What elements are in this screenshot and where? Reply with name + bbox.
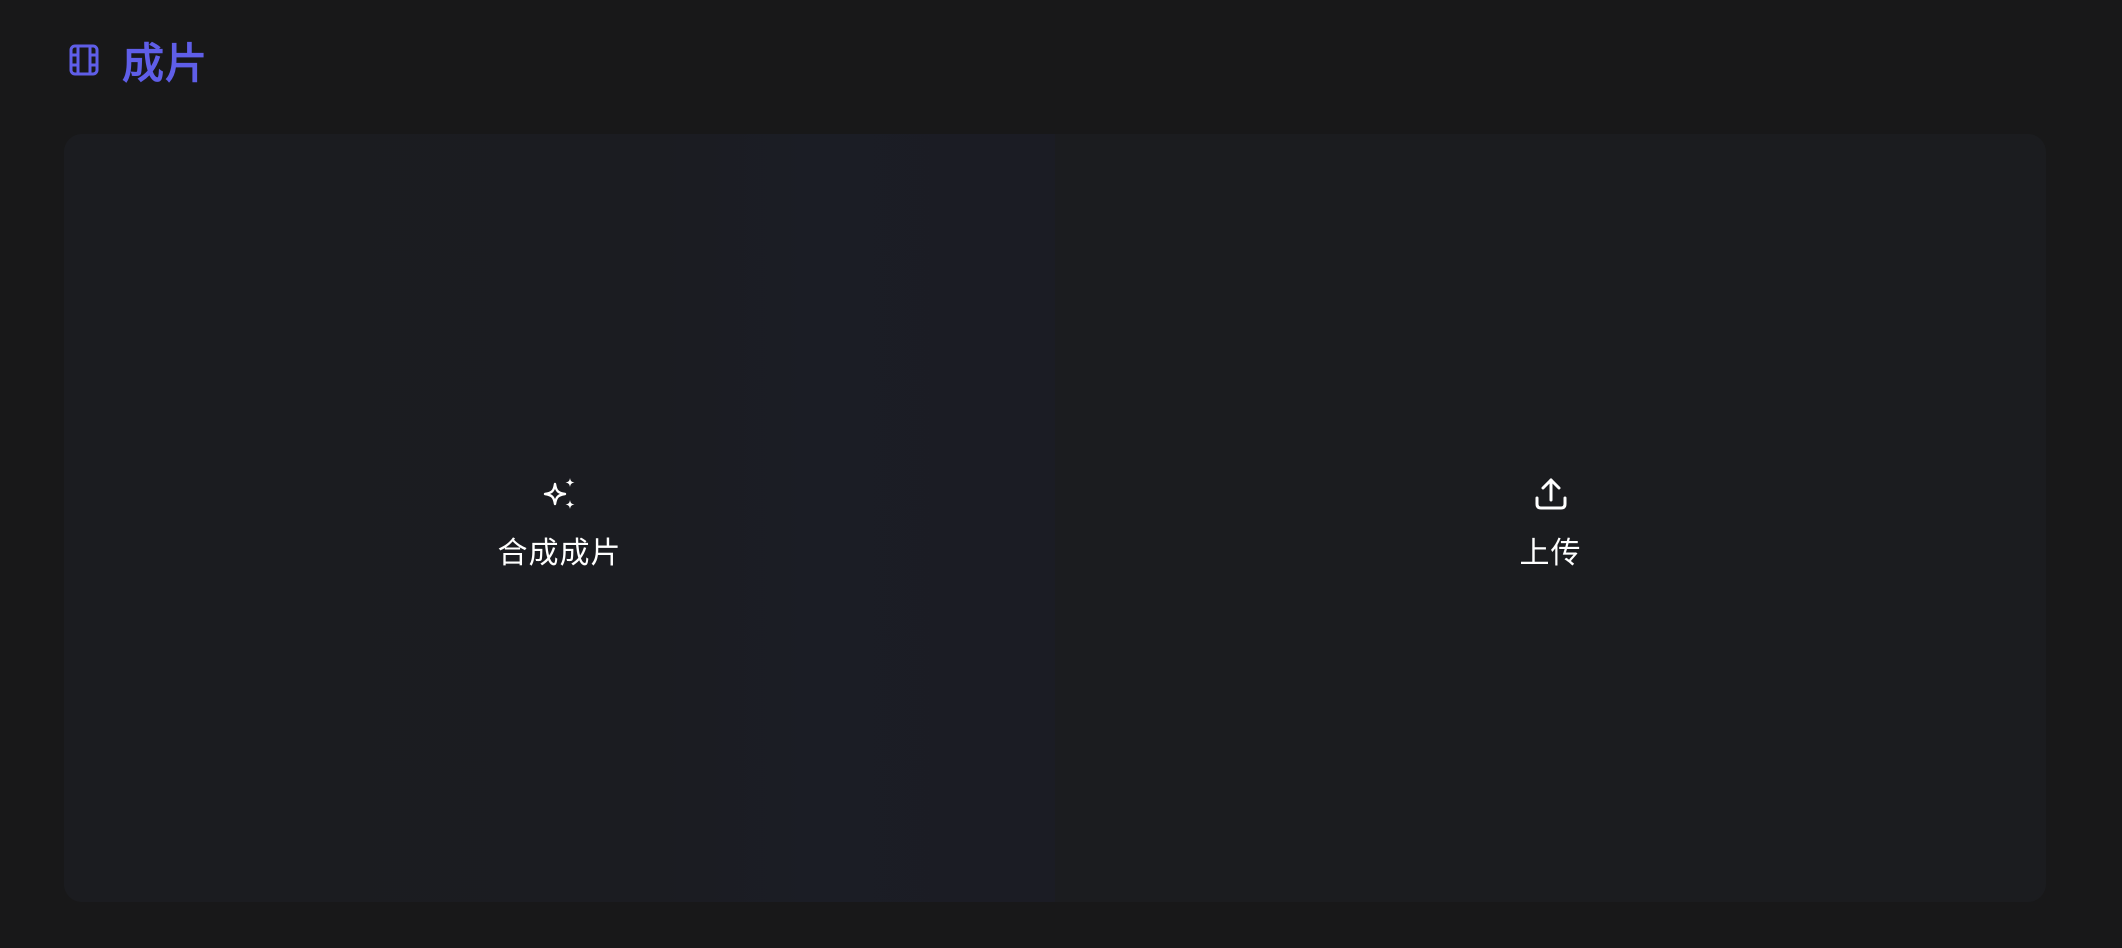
compose-video-button[interactable]: 合成成片	[64, 134, 1055, 902]
page: 成片 合成成片 上传	[0, 0, 2122, 948]
page-header: 成片	[64, 30, 208, 90]
film-icon	[64, 40, 104, 80]
action-panel: 合成成片 上传	[64, 134, 2046, 902]
upload-label: 上传	[1519, 536, 1582, 571]
page-title: 成片	[122, 38, 209, 88]
upload-content: 上传	[1520, 474, 1582, 572]
upload-button[interactable]: 上传	[1055, 134, 2046, 902]
compose-video-label: 合成成片	[497, 536, 622, 571]
compose-video-content: 合成成片	[498, 474, 622, 572]
upload-icon	[1531, 474, 1571, 514]
sparkles-icon	[540, 474, 580, 514]
